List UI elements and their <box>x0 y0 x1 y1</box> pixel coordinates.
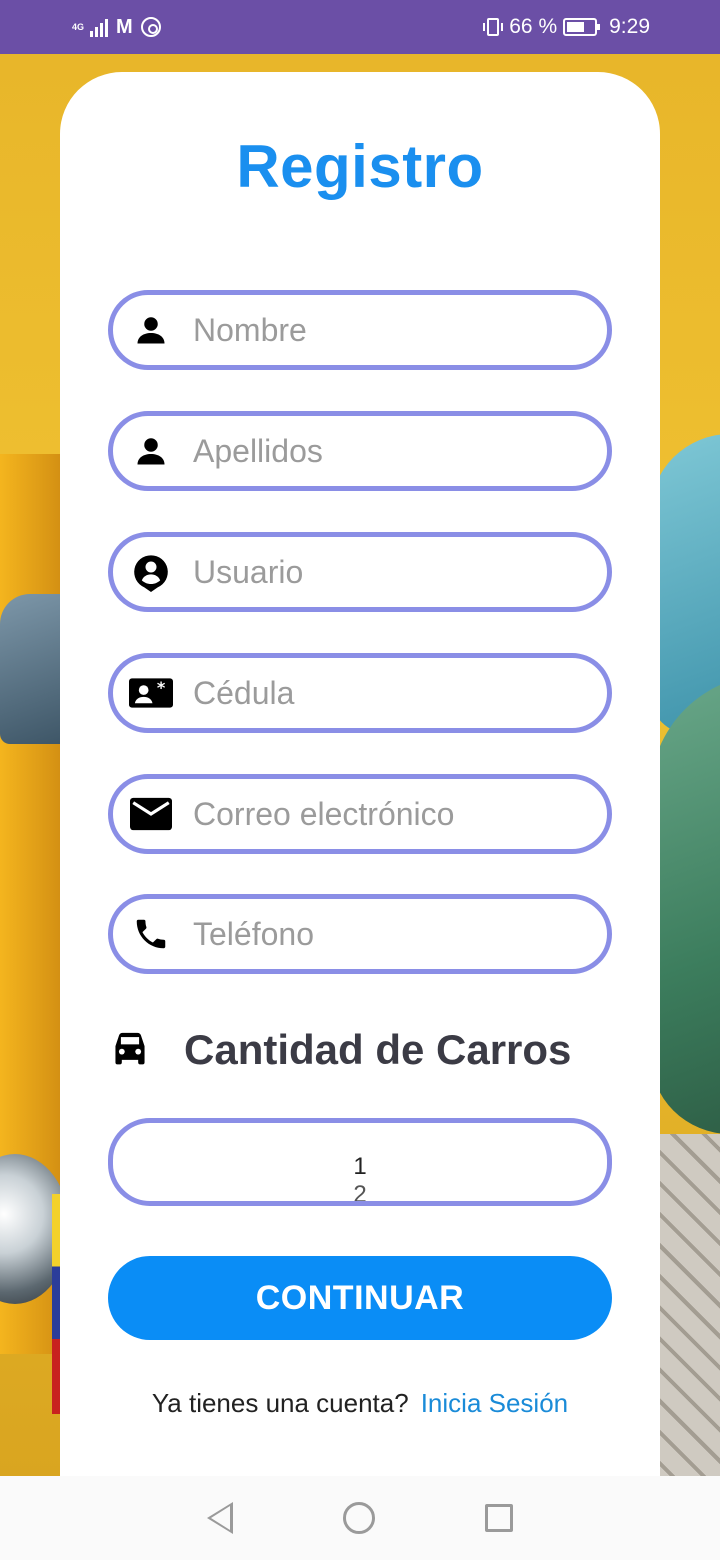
telefono-input[interactable] <box>193 915 593 953</box>
usuario-input[interactable] <box>193 553 593 591</box>
signal-icon <box>90 17 109 37</box>
apellidos-input[interactable] <box>193 432 593 470</box>
person-icon <box>129 308 173 352</box>
picker-option-2[interactable]: 2 <box>113 1181 607 1201</box>
usuario-field[interactable] <box>108 532 612 612</box>
green-car-shape <box>650 674 720 1134</box>
cedula-field[interactable]: * <box>108 653 612 733</box>
page-title: Registro <box>236 133 484 200</box>
battery-percent: 66 % <box>509 15 558 38</box>
car-icon <box>108 1028 152 1073</box>
network-type: 4G <box>72 21 85 32</box>
picker-option-1[interactable]: 1 <box>113 1153 607 1181</box>
login-prompt-row: Ya tienes una cuenta? Inicia Sesión <box>0 1388 720 1419</box>
cars-label: Cantidad de Carros <box>184 1026 572 1073</box>
battery-icon <box>563 18 601 36</box>
cars-quantity-picker[interactable]: 1 2 <box>108 1118 612 1206</box>
continue-button[interactable]: CONTINUAR <box>108 1256 612 1340</box>
clock: 9:29 <box>609 15 650 38</box>
status-bar: 4G M 66 % 9:29 <box>0 0 720 54</box>
correo-field[interactable] <box>108 774 612 854</box>
gmail-icon: M <box>116 15 133 38</box>
login-prompt-text: Ya tienes una cuenta? <box>151 1388 409 1418</box>
telefono-field[interactable] <box>108 894 612 974</box>
cars-label-row: Cantidad de Carros <box>108 1020 571 1080</box>
correo-input[interactable] <box>193 795 593 833</box>
svg-text:*: * <box>157 678 166 697</box>
back-icon[interactable] <box>207 1502 233 1534</box>
email-icon <box>129 792 173 836</box>
status-bar-left: 4G M <box>72 16 161 39</box>
phone-icon <box>129 912 173 956</box>
account-pin-icon <box>129 550 173 594</box>
system-nav-bar <box>0 1476 720 1560</box>
whatsapp-icon <box>140 17 161 37</box>
cedula-input[interactable] <box>193 674 593 712</box>
vibrate-icon <box>483 18 504 36</box>
recent-apps-icon[interactable] <box>485 1504 513 1532</box>
person-icon <box>129 429 173 473</box>
login-link[interactable]: Inicia Sesión <box>421 1388 568 1418</box>
nombre-input[interactable] <box>193 311 593 349</box>
nombre-field[interactable] <box>108 290 612 370</box>
id-card-icon: * <box>129 671 173 715</box>
apellidos-field[interactable] <box>108 411 612 491</box>
home-icon[interactable] <box>343 1502 375 1534</box>
status-bar-right: 66 % 9:29 <box>483 15 650 39</box>
